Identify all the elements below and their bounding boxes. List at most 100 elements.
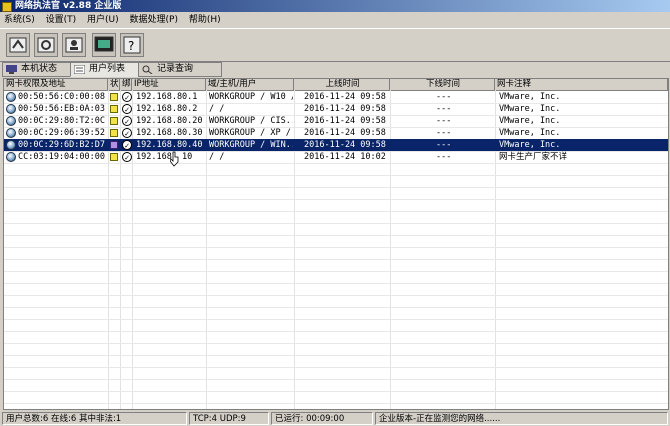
network-card-icon <box>6 152 16 162</box>
menu-data[interactable]: 数据处理(P) <box>126 12 182 28</box>
cell-online-time: 2016-11-24 09:58 <box>304 104 386 114</box>
cell-host: WORKGROUP / XP / <box>209 128 291 138</box>
column-header-note[interactable]: 网卡注释 <box>495 79 668 90</box>
tab-record-query-label: 记录查询 <box>157 64 194 74</box>
cell-offline-time: --- <box>436 104 452 114</box>
status-flag-icon <box>110 151 120 163</box>
app-icon <box>2 2 12 12</box>
cell-note: VMware, Inc. <box>499 128 561 138</box>
status-user-count: 用户总数:6 在线:6 其中非法:1 <box>2 412 187 425</box>
menu-user[interactable]: 用户(U) <box>83 12 123 28</box>
tab-local-status-label: 本机状态 <box>21 64 58 74</box>
cell-ip: 192.168.80.2 <box>136 104 198 114</box>
cell-host: / / <box>209 152 225 162</box>
network-card-icon <box>6 92 16 102</box>
app-window: 网络执法官 v2.88 企业版 系统(S) 设置(T) 用户(U) 数据处理(P… <box>0 0 670 426</box>
cell-ip: 192.168.80.20 <box>136 116 203 126</box>
cell-mac: 00:0C:29:6D:B2:D7 <box>18 140 105 150</box>
bind-check-icon: ✓ <box>121 115 132 127</box>
cell-offline-time: --- <box>436 116 452 126</box>
status-flag-icon <box>110 139 120 151</box>
status-flag-icon <box>110 127 120 139</box>
bind-check-icon: ✓ <box>121 151 132 163</box>
cell-host: / / <box>209 104 225 114</box>
cell-mac: CC:03:19:04:00:00 <box>18 152 105 162</box>
user-list-icon <box>73 64 86 75</box>
network-card-icon <box>6 116 16 126</box>
cell-host: WORKGROUP / W10 / <box>209 92 293 102</box>
menu-help[interactable]: 帮助(H) <box>185 12 225 28</box>
svg-text:?: ? <box>128 39 134 53</box>
toolbar: ? <box>0 28 670 62</box>
cell-online-time: 2016-11-24 09:58 <box>304 140 386 150</box>
cell-ip: 192.168.80.30 <box>136 128 203 138</box>
status-bar: 用户总数:6 在线:6 其中非法:1 TCP:4 UDP:9 已运行: 00:0… <box>0 411 670 426</box>
menu-bar: 系统(S) 设置(T) 用户(U) 数据处理(P) 帮助(H) <box>0 12 670 28</box>
status-uptime: 已运行: 00:09:00 <box>271 412 373 425</box>
cell-mac: 00:50:56:EB:0A:03 <box>18 104 105 114</box>
cell-note: VMware, Inc. <box>499 104 561 114</box>
user-manage-button[interactable] <box>62 33 86 57</box>
monitor-button[interactable] <box>92 33 116 57</box>
scan-button[interactable] <box>6 33 30 57</box>
search-icon <box>142 65 153 75</box>
cell-mac: 00:50:56:C0:00:08 <box>18 92 105 102</box>
cell-host: WORKGROUP / CIS... <box>209 116 293 126</box>
status-flag-icon <box>110 103 120 115</box>
cell-offline-time: --- <box>436 128 452 138</box>
status-flag-icon <box>110 115 120 127</box>
user-manage-icon <box>65 37 83 53</box>
column-header-status[interactable]: 状 <box>108 79 120 90</box>
title-bar: 网络执法官 v2.88 企业版 <box>0 0 670 12</box>
cell-mac: 00:0C:29:80:T2:0C <box>18 116 105 126</box>
menu-system[interactable]: 系统(S) <box>0 12 39 28</box>
column-header-mac[interactable]: 网卡权限及地址 <box>4 79 108 90</box>
column-header-ip[interactable]: IP地址 <box>132 79 206 90</box>
network-card-icon <box>6 128 16 138</box>
help-icon: ? <box>123 36 141 54</box>
bind-check-icon: ✓ <box>121 127 132 139</box>
cell-online-time: 2016-11-24 09:58 <box>304 128 386 138</box>
help-button[interactable]: ? <box>120 33 144 57</box>
tab-strip: 本机状态 用户列表 记录查询 <box>0 61 670 77</box>
status-ports: TCP:4 UDP:9 <box>189 412 269 425</box>
table-row[interactable]: 00:50:56:C0:00:08 ✓ 192.168.80.1 WORKGRO… <box>4 91 668 103</box>
tab-record-query[interactable]: 记录查询 <box>138 62 222 77</box>
cell-note: VMware, Inc. <box>499 140 561 150</box>
column-header-host[interactable]: 域/主机/用户 <box>206 79 294 90</box>
tab-user-list-label: 用户列表 <box>89 64 126 74</box>
cell-online-time: 2016-11-24 09:58 <box>304 92 386 102</box>
bind-check-icon: ✓ <box>121 139 132 151</box>
cell-offline-time: --- <box>436 92 452 102</box>
table-row[interactable]: 00:0C:29:06:39:52 ✓ 192.168.80.30 WORKGR… <box>4 127 668 139</box>
settings-button[interactable] <box>34 33 58 57</box>
column-header-online-time[interactable]: 上线时间 <box>294 79 390 90</box>
monitor-icon <box>94 36 114 52</box>
cell-note: VMware, Inc. <box>499 92 561 102</box>
table-row[interactable]: 00:0C:29:80:T2:0C ✓ 192.168.80.20 WORKGR… <box>4 115 668 127</box>
menu-settings[interactable]: 设置(T) <box>42 12 81 28</box>
table-header: 网卡权限及地址 状 绑 IP地址 域/主机/用户 上线时间 下线时间 网卡注释 <box>4 79 668 91</box>
mouse-cursor-icon <box>170 151 179 167</box>
cell-offline-time: --- <box>436 140 452 150</box>
column-header-offline-time[interactable]: 下线时间 <box>390 79 495 90</box>
user-list-table: 网卡权限及地址 状 绑 IP地址 域/主机/用户 上线时间 下线时间 网卡注释 <box>3 78 669 410</box>
cell-online-time: 2016-11-24 09:58 <box>304 116 386 126</box>
cell-note: 网卡生产厂家不详 <box>499 152 568 162</box>
table-row[interactable]: CC:03:19:04:00:00 ✓ 192.168. 10 / / 2016… <box>4 151 668 163</box>
cell-host: WORKGROUP / WIN... <box>209 140 293 150</box>
bind-check-icon: ✓ <box>121 91 132 103</box>
scan-icon <box>9 37 27 53</box>
status-message: 企业版本-正在监测您的网络...... <box>375 412 668 425</box>
cell-online-time: 2016-11-24 10:02 <box>304 152 386 162</box>
column-header-bind[interactable]: 绑 <box>120 79 132 90</box>
window-title: 网络执法官 v2.88 企业版 <box>15 1 122 11</box>
table-row[interactable]: 00:50:56:EB:0A:03 ✓ 192.168.80.2 / / 201… <box>4 103 668 115</box>
settings-icon <box>37 37 55 53</box>
table-row-selected[interactable]: 00:0C:29:6D:B2:D7 ✓ 192.168.80.40 WORKGR… <box>4 139 668 151</box>
bind-check-icon: ✓ <box>121 103 132 115</box>
cell-ip: 192.168.80.1 <box>136 92 198 102</box>
computer-icon <box>6 65 17 74</box>
cell-ip: 192.168.80.40 <box>136 140 203 150</box>
tab-user-list[interactable]: 用户列表 <box>70 62 146 77</box>
